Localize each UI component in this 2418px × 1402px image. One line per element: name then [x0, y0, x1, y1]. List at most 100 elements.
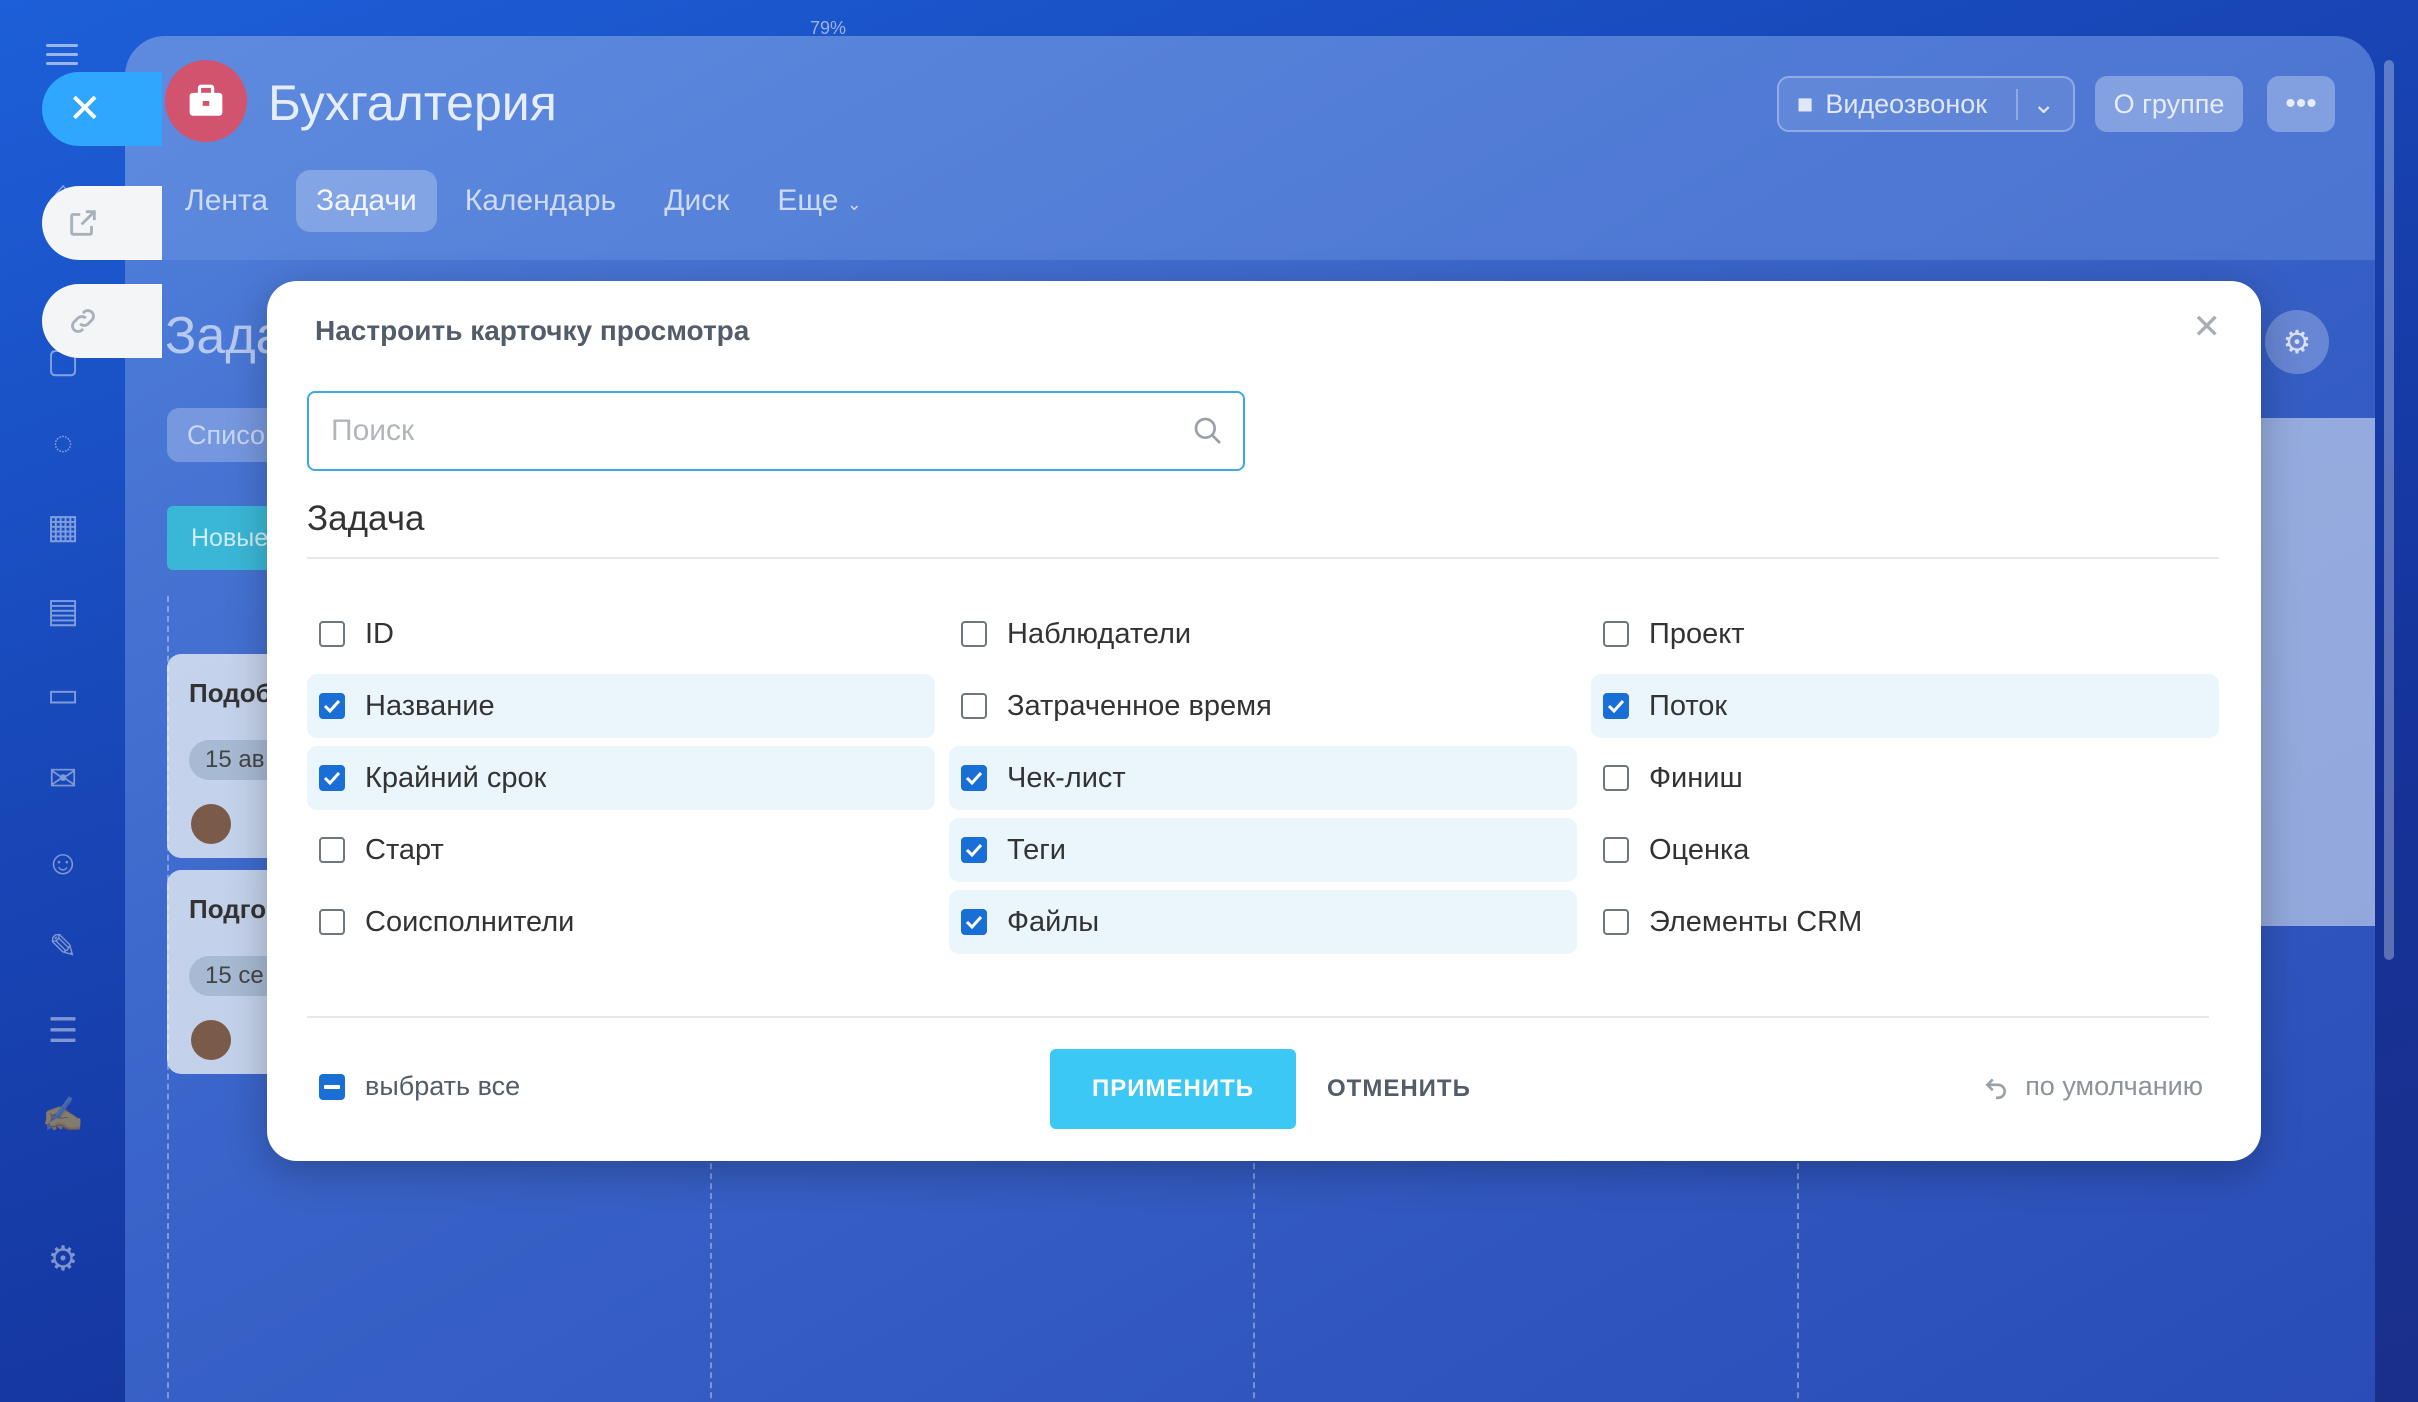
open-new-window-button[interactable]: [42, 186, 162, 260]
edit-icon[interactable]: ✎: [40, 924, 86, 970]
field-checkbox-label: Финиш: [1649, 761, 1743, 794]
tab-drive[interactable]: Диск: [644, 170, 749, 232]
menu-icon[interactable]: [46, 44, 78, 66]
field-checkbox-label: Проект: [1649, 617, 1745, 650]
mail-icon[interactable]: ✉: [40, 756, 86, 802]
field-checkbox-grid: ID Наблюдатели Проект Название Затраченное в…: [307, 602, 2219, 954]
field-checkbox-item[interactable]: Старт: [307, 818, 935, 882]
field-checkbox-item[interactable]: Название: [307, 674, 935, 738]
column-divider: [167, 596, 169, 1402]
scrollbar[interactable]: [2384, 60, 2394, 960]
checkbox-icon: [961, 621, 987, 647]
field-checkbox-label: Элементы CRM: [1649, 905, 1863, 938]
checkbox-icon: [1603, 621, 1629, 647]
view-settings-button[interactable]: ⚙: [2265, 310, 2329, 374]
modal-title: Настроить карточку просмотра: [315, 315, 750, 346]
field-checkbox-label: Файлы: [1007, 905, 1100, 938]
field-checkbox-item[interactable]: Затраченное время: [949, 674, 1577, 738]
cancel-button[interactable]: ОТМЕНИТЬ: [1317, 1049, 1481, 1129]
copy-link-button[interactable]: [42, 284, 162, 358]
select-all-checkbox[interactable]: выбрать все: [319, 1071, 520, 1102]
field-checkbox-item[interactable]: Элементы CRM: [1591, 890, 2219, 954]
field-checkbox-item[interactable]: Файлы: [949, 890, 1577, 954]
divider: [307, 1016, 2209, 1018]
calendar-icon[interactable]: ▦: [40, 504, 86, 550]
field-checkbox-item[interactable]: Крайний срок: [307, 746, 935, 810]
checkbox-checked-icon: [961, 765, 987, 791]
checkbox-icon: [319, 837, 345, 863]
close-slider-button[interactable]: ✕: [42, 72, 162, 146]
field-checkbox-label: Название: [365, 689, 495, 722]
checkbox-icon: [1603, 837, 1629, 863]
field-checkbox-item[interactable]: ID: [307, 602, 935, 666]
tab-more[interactable]: Еще ⌄: [757, 170, 881, 232]
checkbox-checked-icon: [319, 765, 345, 791]
filter-icon[interactable]: ☰: [40, 1008, 86, 1054]
sign-icon[interactable]: ✍: [40, 1092, 86, 1138]
task-card-title: Подго: [189, 894, 267, 924]
more-options-button[interactable]: •••: [2267, 76, 2335, 132]
settings-popup: › ›: [2245, 418, 2375, 926]
group-tabs: Лента Задачи Календарь Диск Еще ⌄: [165, 170, 890, 232]
gear-icon: ⚙: [2282, 324, 2312, 360]
link-icon: [71, 309, 95, 333]
indeterminate-checkbox-icon: [319, 1073, 345, 1100]
tab-feed[interactable]: Лента: [165, 170, 288, 232]
checkbox-icon: [961, 693, 987, 719]
checkbox-icon: [319, 909, 345, 935]
close-icon: ✕: [68, 87, 102, 131]
field-checkbox-label: Чек-лист: [1007, 761, 1126, 794]
search-icon[interactable]: [1173, 415, 1243, 447]
field-checkbox-label: Поток: [1649, 689, 1728, 722]
checkbox-icon: [319, 621, 345, 647]
undo-icon: [1985, 1077, 2007, 1099]
chat-icon[interactable]: ◌: [40, 420, 86, 466]
reset-default-button[interactable]: по умолчанию: [1983, 1071, 2203, 1102]
chevron-down-icon[interactable]: ⌄: [2016, 88, 2055, 120]
file-icon[interactable]: ▤: [40, 588, 86, 634]
field-checkbox-item[interactable]: Проект: [1591, 602, 2219, 666]
chevron-down-icon: ⌄: [846, 194, 862, 214]
field-checkbox-label: Теги: [1007, 833, 1066, 866]
apply-button[interactable]: ПРИМЕНИТЬ: [1050, 1049, 1296, 1129]
checkbox-checked-icon: [1603, 693, 1629, 719]
drive-icon[interactable]: ▭: [40, 672, 86, 718]
checkbox-checked-icon: [319, 693, 345, 719]
checkbox-icon: [1603, 909, 1629, 935]
tab-tasks[interactable]: Задачи: [296, 170, 437, 232]
field-checkbox-label: Крайний срок: [365, 761, 547, 794]
tab-calendar[interactable]: Календарь: [445, 170, 636, 232]
field-checkbox-label: Соисполнители: [365, 905, 575, 938]
checkbox-checked-icon: [961, 837, 987, 863]
select-all-label: выбрать все: [365, 1071, 521, 1101]
group-avatar[interactable]: [165, 60, 247, 142]
section-title: Задача: [307, 499, 425, 538]
about-group-button[interactable]: О группе: [2095, 76, 2243, 132]
field-checkbox-label: Старт: [365, 833, 444, 866]
video-call-button[interactable]: ■ Видеозвонок ⌄: [1777, 76, 2075, 132]
group-title: Бухгалтерия: [268, 75, 557, 131]
search-input[interactable]: [309, 393, 1173, 469]
field-checkbox-item[interactable]: Соисполнители: [307, 890, 935, 954]
group-header: Бухгалтерия Лента Задачи Календарь Диск …: [125, 36, 2375, 260]
close-icon[interactable]: ✕: [2193, 307, 2222, 347]
field-checkbox-item[interactable]: Поток: [1591, 674, 2219, 738]
field-checkbox-label: Наблюдатели: [1007, 617, 1192, 650]
avatar: [191, 804, 231, 844]
field-checkbox-item[interactable]: Финиш: [1591, 746, 2219, 810]
avatar: [191, 1020, 231, 1060]
settings-icon[interactable]: ⚙: [40, 1236, 86, 1282]
search-field: [307, 391, 1245, 471]
task-card-title: Подоб: [189, 678, 272, 708]
field-checkbox-item[interactable]: Теги: [949, 818, 1577, 882]
field-checkbox-item[interactable]: Наблюдатели: [949, 602, 1577, 666]
field-checkbox-item[interactable]: Чек-лист: [949, 746, 1577, 810]
field-checkbox-label: Затраченное время: [1007, 689, 1272, 722]
camera-icon: ■: [1797, 88, 1814, 119]
checkbox-icon: [1603, 765, 1629, 791]
field-checkbox-label: ID: [365, 617, 394, 650]
field-checkbox-item[interactable]: Оценка: [1591, 818, 2219, 882]
checkbox-checked-icon: [961, 909, 987, 935]
external-link-icon: [70, 210, 96, 236]
contacts-icon[interactable]: ☺: [40, 840, 86, 886]
